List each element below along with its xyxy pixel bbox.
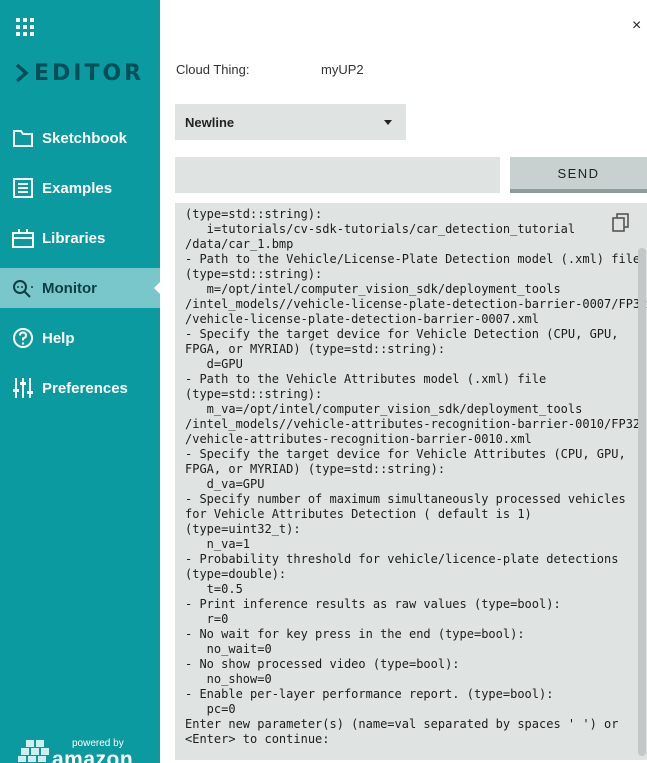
console-text: (type=std::string): i=tutorials/cv-sdk-t… [185, 207, 647, 746]
sidebar-item-sketchbook[interactable]: Sketchbook [0, 118, 160, 158]
sliders-icon [12, 377, 34, 399]
sidebar: EDITOR Sketchbook Examples Libraries Mon… [0, 0, 160, 763]
editor-logo[interactable]: EDITOR [14, 58, 144, 88]
powered-by-amazon-logo: powered by amazon [18, 736, 148, 763]
sidebar-item-preferences[interactable]: Preferences [0, 368, 160, 408]
chevron-right-icon [15, 63, 29, 83]
console-scrollbar[interactable] [638, 248, 646, 756]
list-icon [12, 177, 34, 199]
close-button[interactable]: × [632, 18, 641, 34]
sidebar-item-label: Sketchbook [42, 129, 128, 147]
sidebar-item-help[interactable]: Help [0, 318, 160, 358]
message-input[interactable] [175, 157, 500, 193]
line-ending-value: Newline [185, 114, 235, 130]
monitor-search-icon [12, 277, 34, 299]
amazon-wordmark: amazon [52, 748, 134, 763]
sidebar-item-examples[interactable]: Examples [0, 168, 160, 208]
apps-grid-icon[interactable] [16, 18, 34, 36]
cloud-thing-label: Cloud Thing: [176, 62, 250, 77]
sidebar-item-monitor[interactable]: Monitor [0, 268, 160, 308]
brand-title: EDITOR [34, 60, 145, 86]
cubes-icon [18, 740, 49, 762]
folder-icon [12, 127, 34, 149]
sidebar-item-libraries[interactable]: Libraries [0, 218, 160, 258]
help-icon [12, 327, 34, 349]
copy-icon[interactable] [612, 213, 630, 233]
sidebar-item-label: Monitor [42, 279, 97, 297]
sidebar-item-label: Examples [42, 179, 113, 197]
sidebar-item-label: Libraries [42, 229, 106, 247]
cloud-thing-value: myUP2 [321, 62, 364, 77]
cloud-thing-row: Cloud Thing: myUP2 [176, 62, 364, 77]
caret-down-icon [384, 120, 392, 125]
sidebar-item-label: Preferences [42, 379, 128, 397]
sidebar-item-label: Help [42, 329, 75, 347]
libraries-icon [12, 227, 34, 249]
sidebar-nav: Sketchbook Examples Libraries Monitor He… [0, 118, 160, 418]
serial-monitor-output[interactable]: (type=std::string): i=tutorials/cv-sdk-t… [175, 203, 647, 760]
send-button[interactable]: SEND [510, 157, 647, 193]
line-ending-select[interactable]: Newline [175, 104, 406, 140]
